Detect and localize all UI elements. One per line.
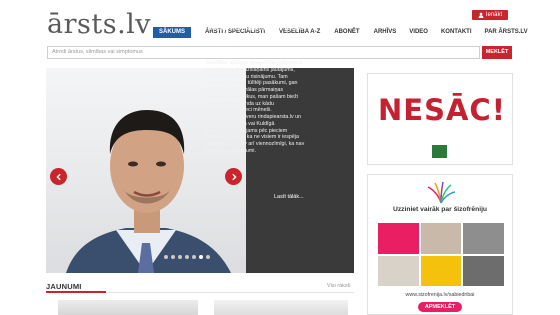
login-button[interactable]: Ienākt	[472, 10, 508, 20]
ad-nesac-logo	[432, 145, 447, 158]
hero-slider[interactable]	[46, 68, 354, 273]
ad-nesac-text: NESĀC!	[378, 93, 506, 127]
chevron-left-icon	[55, 173, 61, 180]
nav-item-abonet[interactable]: ABONĒT	[334, 27, 359, 38]
user-icon	[478, 12, 484, 18]
news-divider-accent	[46, 291, 106, 293]
nav-item-video[interactable]: VIDEO	[409, 27, 428, 38]
slider-dot[interactable]	[199, 255, 203, 259]
hero-excerpt: Veselības aprūpes pieejamība reģionos ir…	[205, 60, 305, 154]
slider-dot[interactable]	[164, 255, 168, 259]
ad-logo-icon	[427, 181, 456, 204]
ad-photo-grid	[378, 223, 504, 286]
ad-schizophrenia-title: Uzziniet vairāk par šizofrēniju	[392, 206, 488, 213]
ad-visit-button[interactable]: APMEKLĒT	[418, 302, 462, 312]
nav-item-sakums[interactable]: SĀKUMS	[153, 27, 192, 38]
search-button[interactable]: MEKLĒT	[482, 46, 512, 59]
slider-dot[interactable]	[192, 255, 196, 259]
slider-pagination	[164, 255, 210, 259]
nav-item-kontakti[interactable]: KONTAKTI	[441, 27, 472, 38]
read-more-link[interactable]: Lasīt tālāk...	[274, 194, 304, 200]
news-heading: JAUNUMI	[46, 282, 82, 291]
slider-dot[interactable]	[206, 255, 210, 259]
slider-prev-button[interactable]	[50, 168, 67, 185]
slider-dot[interactable]	[185, 255, 189, 259]
slider-next-button[interactable]	[225, 168, 242, 185]
ad-schizophrenia-url: www.sizofrenija.lv/sabiedribai	[405, 292, 475, 298]
news-thumbnail[interactable]	[214, 300, 348, 315]
login-label: Ienākt	[485, 12, 503, 18]
slider-dot[interactable]	[178, 255, 182, 259]
nav-item-par[interactable]: PAR ĀRSTS.LV	[485, 27, 528, 38]
site-logo[interactable]: ārsts.lv	[47, 10, 151, 40]
view-all-link[interactable]: Visi raksti	[327, 283, 350, 289]
hero-title[interactable]: LR veselības ministrs Hosams Abu Meri: L…	[205, 10, 305, 54]
nav-item-arhivs[interactable]: ARHĪVS	[374, 27, 397, 38]
news-thumbnail[interactable]	[58, 300, 198, 315]
chevron-right-icon	[231, 173, 237, 180]
slider-dot[interactable]	[171, 255, 175, 259]
